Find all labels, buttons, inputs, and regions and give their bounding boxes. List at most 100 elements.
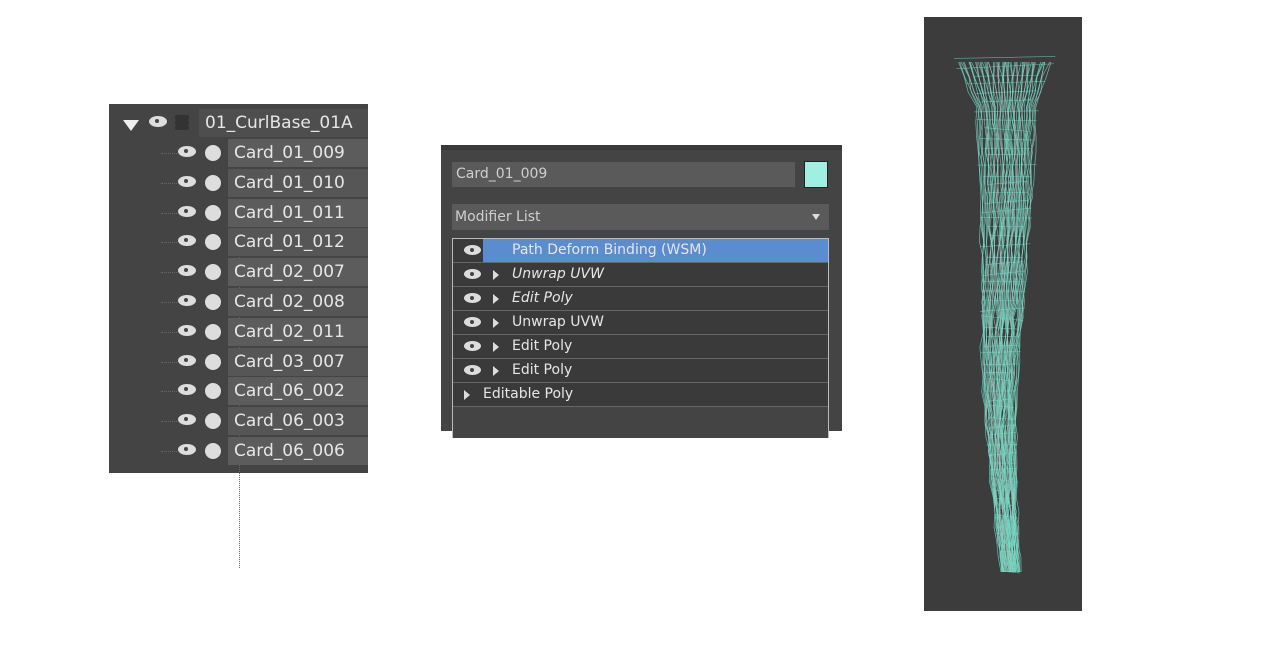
modifier-label: Edit Poly — [512, 290, 573, 306]
object-name: Card_01_009 — [228, 139, 368, 167]
tree-branch — [161, 153, 177, 154]
tree-row[interactable]: Card_01_010 — [109, 168, 368, 198]
eye-icon[interactable] — [464, 341, 481, 351]
eye-icon[interactable] — [149, 116, 167, 127]
object-icon — [205, 443, 221, 459]
modifier-label: Edit Poly — [512, 338, 573, 354]
eye-icon[interactable] — [178, 295, 196, 306]
tree-row[interactable]: Card_01_012 — [109, 227, 368, 257]
modifier-label: Edit Poly — [512, 362, 573, 378]
tree-row-root[interactable]: 01_CurlBase_01A — [109, 108, 368, 138]
tree-branch — [161, 272, 177, 274]
tree-row[interactable]: Card_02_008 — [109, 287, 368, 317]
tree-row[interactable]: Card_02_011 — [109, 317, 368, 347]
object-name: Card_02_008 — [228, 288, 368, 316]
dropdown-arrow-icon — [812, 214, 820, 220]
modifier-stack-item[interactable]: Edit Poly — [453, 359, 828, 383]
tree-branch — [161, 182, 177, 184]
tree-branch — [161, 361, 177, 363]
modifier-stack-item[interactable]: Unwrap UVW — [453, 311, 828, 335]
wire-edge — [976, 119, 1037, 121]
object-name: Card_01_011 — [228, 198, 368, 227]
modifier-stack-item[interactable]: Edit Poly — [453, 287, 828, 311]
collapse-triangle-icon[interactable] — [123, 120, 139, 131]
object-icon — [205, 383, 221, 400]
eye-icon[interactable] — [464, 365, 481, 375]
eye-icon[interactable] — [178, 205, 196, 217]
tree-row[interactable]: Card_03_007 — [109, 347, 368, 377]
modifier-stack-item[interactable]: Edit Poly — [453, 335, 828, 359]
expand-arrow-icon[interactable] — [493, 366, 499, 376]
layer-name: 01_CurlBase_01A — [199, 109, 368, 137]
object-name: Card_01_010 — [228, 168, 368, 197]
eye-icon[interactable] — [178, 354, 196, 366]
tree-branch — [161, 212, 177, 214]
tree-row[interactable]: Card_06_002 — [109, 376, 368, 406]
eye-icon[interactable] — [178, 235, 196, 247]
object-name: Card_06_002 — [228, 377, 368, 406]
modifier-list-dropdown[interactable]: Modifier List — [452, 204, 829, 230]
tree-branch — [161, 242, 177, 244]
wire-edge — [954, 56, 1056, 59]
modifier-stack-item[interactable]: Path Deform Binding (WSM) — [453, 239, 828, 263]
eye-icon[interactable] — [178, 175, 196, 187]
tree-row[interactable]: Card_02_007 — [109, 257, 368, 287]
expand-arrow-icon[interactable] — [464, 390, 470, 400]
expand-arrow-icon[interactable] — [493, 342, 499, 352]
eye-icon[interactable] — [178, 414, 196, 426]
object-name: Card_06_006 — [228, 437, 368, 465]
tree-branch — [161, 391, 177, 393]
modifier-list-label: Modifier List — [455, 209, 541, 225]
object-icon — [205, 294, 221, 310]
tree-branch — [161, 451, 177, 452]
object-icon — [205, 323, 221, 340]
viewport[interactable] — [924, 17, 1082, 611]
eye-icon[interactable] — [178, 324, 196, 336]
panel-tabs — [441, 145, 842, 150]
tree-row[interactable]: Card_01_011 — [109, 198, 368, 228]
object-name: Card_03_007 — [228, 347, 368, 376]
object-color-swatch[interactable] — [804, 161, 828, 188]
wire-strand — [1013, 61, 1045, 573]
tree-branch — [161, 302, 177, 303]
scene-explorer: 01_CurlBase_01A Card_01_009 Card_01_010 … — [109, 104, 368, 568]
expand-arrow-icon[interactable] — [493, 270, 499, 280]
eye-icon[interactable] — [178, 444, 196, 455]
eye-icon[interactable] — [464, 245, 481, 255]
object-name: Card_06_003 — [228, 407, 368, 436]
modifier-label: Unwrap UVW — [512, 266, 604, 282]
tree-row[interactable]: Card_01_009 — [109, 138, 368, 168]
object-icon — [205, 264, 221, 281]
modifier-label: Editable Poly — [483, 386, 574, 402]
object-name: Card_01_012 — [228, 228, 368, 257]
object-icon — [205, 353, 221, 370]
wire-edge — [966, 81, 1046, 85]
eye-icon[interactable] — [178, 146, 196, 157]
expand-arrow-icon[interactable] — [493, 294, 499, 304]
modify-panel: Card_01_009 Modifier List Path Deform Bi… — [441, 145, 842, 438]
modifier-label: Unwrap UVW — [512, 314, 604, 330]
modifier-stack-item[interactable]: Unwrap UVW — [453, 263, 828, 287]
modifier-label: Path Deform Binding (WSM) — [512, 242, 707, 258]
eye-icon[interactable] — [464, 293, 481, 303]
object-name: Card_02_011 — [228, 317, 368, 346]
tree-branch — [161, 331, 177, 333]
tree-branch — [161, 421, 177, 423]
object-icon — [205, 234, 221, 251]
expand-arrow-icon[interactable] — [493, 318, 499, 328]
object-icon — [205, 413, 221, 430]
modifier-stack-item[interactable]: Editable Poly — [453, 383, 828, 407]
object-icon — [205, 145, 221, 161]
tree-row[interactable]: Card_06_003 — [109, 406, 368, 436]
wireframe-mesh — [954, 56, 1056, 574]
object-icon — [205, 174, 221, 191]
eye-icon[interactable] — [178, 384, 196, 396]
eye-icon[interactable] — [464, 317, 481, 327]
modifier-stack: Path Deform Binding (WSM) Unwrap UVW Edit … — [452, 238, 829, 438]
eye-icon[interactable] — [178, 265, 196, 277]
object-name: Card_02_007 — [228, 258, 368, 287]
tree-row[interactable]: Card_06_006 — [109, 436, 368, 466]
object-icon — [205, 204, 221, 221]
eye-icon[interactable] — [464, 269, 481, 279]
object-name-field[interactable]: Card_01_009 — [452, 162, 795, 187]
